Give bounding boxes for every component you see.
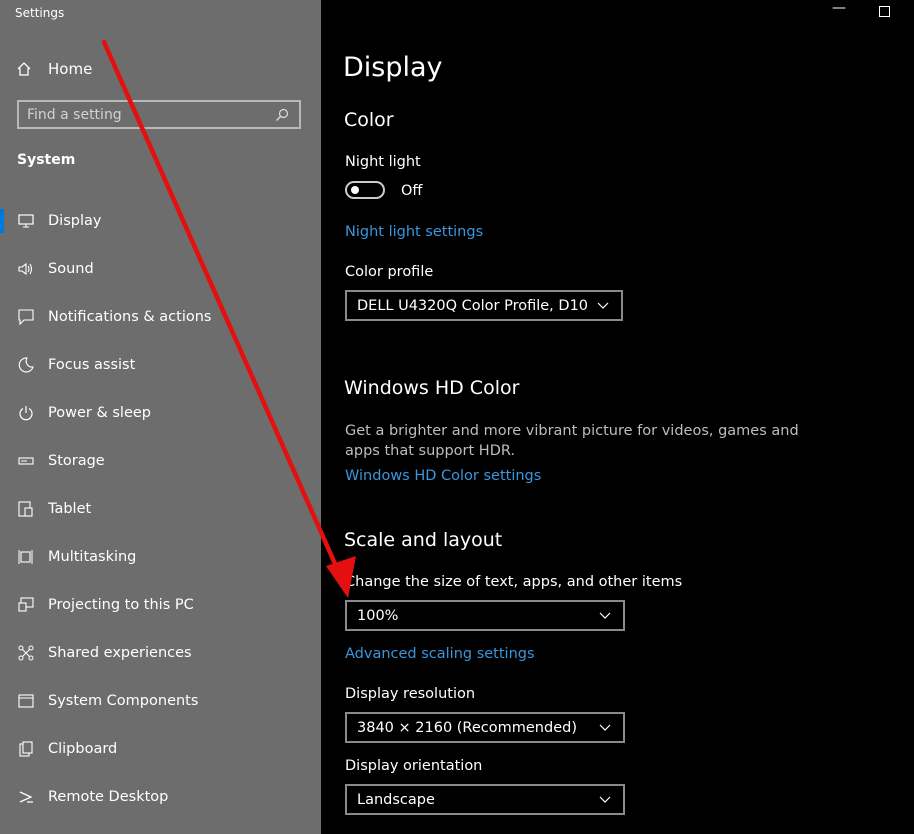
moon-icon: [17, 356, 35, 374]
color-profile-label: Color profile: [345, 264, 434, 280]
sidebar-item-label: Clipboard: [48, 741, 118, 757]
dropdown-value: DELL U4320Q Color Profile, D10000: [357, 297, 589, 314]
resolution-label: Display resolution: [345, 686, 476, 702]
sidebar-item-label: Sound: [48, 261, 94, 277]
sidebar-item-system-components[interactable]: System Components: [0, 677, 321, 725]
storage-icon: [17, 452, 35, 470]
power-icon: [17, 404, 35, 422]
night-light-toggle[interactable]: [345, 181, 385, 199]
scale-heading: Scale and layout: [344, 529, 503, 551]
hd-color-description: Get a brighter and more vibrant picture …: [345, 423, 799, 459]
sidebar-item-notifications[interactable]: Notifications & actions: [0, 293, 321, 341]
speaker-icon: [17, 260, 35, 278]
maximize-button[interactable]: [879, 6, 890, 17]
chevron-down-icon: [597, 302, 611, 310]
orientation-dropdown[interactable]: Landscape: [345, 784, 625, 815]
scale-dropdown[interactable]: 100%: [345, 600, 625, 631]
clipboard-icon: [17, 740, 35, 758]
resolution-dropdown[interactable]: 3840 × 2160 (Recommended): [345, 712, 625, 743]
sidebar-item-sound[interactable]: Sound: [0, 245, 321, 293]
night-light-state: Off: [401, 183, 423, 199]
dropdown-value: 3840 × 2160 (Recommended): [357, 719, 577, 736]
tablet-icon: [17, 500, 35, 518]
sidebar-item-multitasking[interactable]: Multitasking: [0, 533, 321, 581]
minimize-button[interactable]: —: [832, 0, 846, 16]
active-indicator: [0, 209, 4, 233]
notification-icon: [17, 308, 35, 326]
advanced-scaling-link[interactable]: Advanced scaling settings: [345, 646, 535, 662]
hd-color-settings-link[interactable]: Windows HD Color settings: [345, 468, 541, 484]
sidebar-item-label: Focus assist: [48, 357, 136, 373]
chevron-down-icon: [599, 796, 613, 804]
search-icon[interactable]: [275, 108, 291, 122]
sidebar-item-label: Multitasking: [48, 549, 137, 565]
remote-desktop-icon: [17, 788, 35, 806]
sidebar-item-display[interactable]: Display: [0, 197, 321, 245]
color-profile-dropdown[interactable]: DELL U4320Q Color Profile, D10000: [345, 290, 623, 321]
home-nav-item[interactable]: Home: [16, 57, 92, 81]
sidebar: Settings Home Find a setting System Disp…: [0, 0, 321, 834]
night-light-settings-link[interactable]: Night light settings: [345, 224, 483, 240]
sidebar-item-label: Remote Desktop: [48, 789, 169, 805]
sidebar-item-projecting[interactable]: Projecting to this PC: [0, 581, 321, 629]
sidebar-item-label: System Components: [48, 693, 199, 709]
sidebar-item-tablet[interactable]: Tablet: [0, 485, 321, 533]
home-label: Home: [48, 60, 93, 78]
hd-color-heading: Windows HD Color: [344, 377, 520, 399]
sidebar-item-label: Storage: [48, 453, 105, 469]
dropdown-value: Landscape: [357, 791, 435, 808]
toggle-knob: [351, 186, 359, 194]
components-icon: [17, 692, 35, 710]
page-title: Display: [343, 52, 443, 83]
share-icon: [17, 644, 35, 662]
search-input[interactable]: Find a setting: [17, 100, 301, 129]
multitasking-icon: [17, 548, 35, 566]
sidebar-item-label: Power & sleep: [48, 405, 151, 421]
window-title: Settings: [15, 6, 65, 20]
chevron-down-icon: [599, 724, 613, 732]
home-icon: [16, 61, 36, 77]
scale-size-label: Change the size of text, apps, and other…: [345, 574, 683, 590]
sidebar-item-label: Tablet: [48, 501, 92, 517]
sidebar-item-storage[interactable]: Storage: [0, 437, 321, 485]
dropdown-value: 100%: [357, 607, 399, 624]
sidebar-item-clipboard[interactable]: Clipboard: [0, 725, 321, 773]
orientation-label: Display orientation: [345, 758, 483, 774]
sidebar-nav: Display Sound Notifications & actions Fo…: [0, 197, 321, 821]
search-placeholder: Find a setting: [27, 106, 122, 123]
color-heading: Color: [344, 109, 394, 131]
sidebar-item-remote-desktop[interactable]: Remote Desktop: [0, 773, 321, 821]
sidebar-item-shared-experiences[interactable]: Shared experiences: [0, 629, 321, 677]
sidebar-item-label: Shared experiences: [48, 645, 192, 661]
sidebar-item-label: Notifications & actions: [48, 309, 212, 325]
projector-icon: [17, 596, 35, 614]
section-title: System: [17, 152, 76, 168]
monitor-icon: [17, 212, 35, 230]
sidebar-item-label: Display: [48, 213, 102, 229]
sidebar-item-focus-assist[interactable]: Focus assist: [0, 341, 321, 389]
night-light-label: Night light: [345, 154, 421, 170]
chevron-down-icon: [599, 612, 613, 620]
sidebar-item-label: Projecting to this PC: [48, 597, 194, 613]
sidebar-item-power-sleep[interactable]: Power & sleep: [0, 389, 321, 437]
